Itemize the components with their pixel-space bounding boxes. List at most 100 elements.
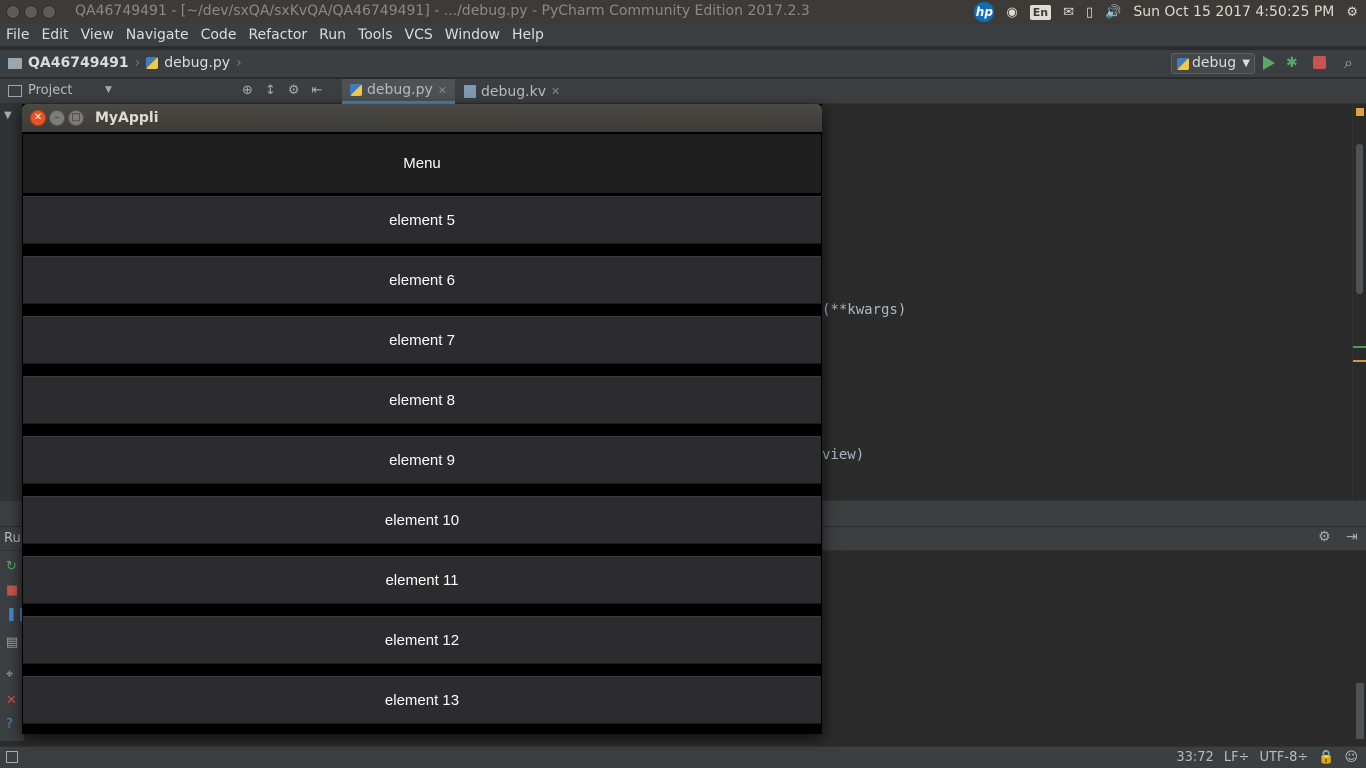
maximize-icon[interactable]: □ [68, 110, 84, 126]
power-gear-icon[interactable]: ⚙ [1346, 5, 1358, 20]
tab-label: debug.kv [481, 83, 546, 100]
line-separator[interactable]: LF÷ [1224, 750, 1250, 765]
settings-gear-icon[interactable]: ⚙ [288, 83, 300, 98]
list-item-button[interactable]: element 8 [23, 376, 821, 424]
list-item-button[interactable]: element 12 [23, 616, 821, 664]
wifi-icon[interactable]: ◉ [1006, 5, 1017, 20]
menu-edit[interactable]: Edit [41, 27, 68, 43]
project-panel-strip [0, 104, 24, 524]
minimize-window-button[interactable] [24, 5, 38, 19]
clock[interactable]: Sun Oct 15 2017 4:50:25 PM [1133, 4, 1334, 20]
menu-tools[interactable]: Tools [358, 27, 393, 43]
breadcrumb: QA46749491 › debug.py › [8, 55, 242, 71]
dropdown-arrow-icon[interactable]: ▼ [105, 85, 112, 95]
list-item-button[interactable]: element 9 [23, 436, 821, 484]
app-title: MyAppli [95, 110, 159, 126]
window-title: QA46749491 - [~/dev/sxQA/sxKvQA/QA467494… [75, 3, 810, 19]
tab-debug-kv[interactable]: debug.kv ✕ [456, 79, 568, 104]
close-icon[interactable]: ✕ [30, 110, 46, 126]
maximize-window-button[interactable] [42, 5, 56, 19]
battery-icon[interactable]: ▯ [1086, 5, 1093, 20]
breadcrumb-file[interactable]: debug.py [164, 55, 230, 71]
code-fragment: (**kwargs) [822, 302, 907, 318]
help-icon[interactable]: ? [6, 717, 13, 732]
debug-bug-icon[interactable]: ✱ [1286, 55, 1300, 71]
app-menu-header: Menu [23, 134, 821, 194]
window-controls [6, 5, 56, 19]
run-button[interactable] [1263, 56, 1275, 70]
run-configuration-label: debug [1192, 55, 1237, 71]
lock-icon[interactable]: 🔒 [1318, 750, 1334, 765]
expand-tree-icon[interactable]: ▼ [4, 110, 12, 121]
tool-window-header: Project ▼ ⊕ ↕ ⚙ ⇤ debug.py ✕ debug.kv ✕ [0, 79, 1366, 104]
navigation-bar: QA46749491 › debug.py › debug ▼ ✱ ⌕ [0, 50, 1366, 78]
system-top-bar: QA46749491 - [~/dev/sxQA/sxKvQA/QA467494… [0, 0, 1366, 24]
layout-icon[interactable]: ▤ [6, 635, 18, 650]
dropdown-arrow-icon: ▼ [1242, 58, 1250, 69]
list-item-button[interactable]: element 11 [23, 556, 821, 604]
close-tab-icon[interactable]: ✕ [551, 85, 560, 98]
menu-window[interactable]: Window [445, 27, 500, 43]
run-configuration-select[interactable]: debug ▼ [1171, 53, 1255, 74]
status-bar: 33:72 LF÷ UTF-8÷ 🔒 ☺ [0, 746, 1366, 768]
menu-help[interactable]: Help [512, 27, 544, 43]
close-window-button[interactable] [6, 5, 20, 19]
folder-icon [8, 57, 22, 69]
scrollbar-thumb[interactable] [1356, 683, 1364, 739]
scrollbar-thumb[interactable] [1356, 144, 1363, 294]
menu-navigate[interactable]: Navigate [126, 27, 189, 43]
kv-file-icon [464, 85, 476, 98]
breadcrumb-project[interactable]: QA46749491 [28, 55, 129, 71]
search-everywhere-icon[interactable]: ⌕ [1344, 53, 1353, 73]
minimize-icon[interactable]: – [49, 110, 65, 126]
menu-code[interactable]: Code [201, 27, 237, 43]
list-item-button[interactable]: element 5 [23, 196, 821, 244]
hide-panel-icon[interactable]: ⇥ [1346, 529, 1358, 545]
tool-windows-icon[interactable] [6, 751, 18, 763]
warning-indicator[interactable] [1356, 108, 1364, 116]
change-marker[interactable] [1353, 360, 1366, 362]
rerun-icon[interactable]: ↻ [6, 559, 17, 574]
locate-file-icon[interactable]: ⊕ [242, 83, 253, 98]
list-item-button[interactable]: element 6 [23, 256, 821, 304]
settings-gear-icon[interactable]: ⚙ [1318, 529, 1331, 545]
code-fragment: view) [822, 447, 865, 463]
stop-icon[interactable]: ■ [6, 583, 18, 598]
list-item-button[interactable]: element 7 [23, 316, 821, 364]
pin-icon[interactable]: ⌖ [6, 667, 13, 682]
system-indicators: hp ◉ En ✉ ▯ 🔊 Sun Oct 15 2017 4:50:25 PM… [974, 0, 1366, 24]
menu-file[interactable]: File [6, 27, 29, 43]
tab-debug-py[interactable]: debug.py ✕ [342, 79, 455, 104]
collapse-all-icon[interactable]: ↕ [265, 83, 276, 98]
project-tool-label: Project [28, 83, 73, 98]
change-marker[interactable] [1353, 346, 1366, 348]
tab-label: debug.py [367, 82, 433, 98]
stop-button[interactable] [1313, 56, 1326, 69]
menu-vcs[interactable]: VCS [405, 27, 433, 43]
volume-icon[interactable]: 🔊 [1105, 5, 1121, 20]
close-tab-icon[interactable]: ✕ [438, 84, 447, 97]
menu-run[interactable]: Run [319, 27, 346, 43]
editor-scrollbar[interactable] [1352, 104, 1366, 500]
mail-icon[interactable]: ✉ [1063, 5, 1074, 20]
app-title-bar[interactable]: ✕ – □ MyAppli [22, 104, 822, 132]
project-tool-selector[interactable]: Project [8, 83, 72, 98]
menu-view[interactable]: View [81, 27, 114, 43]
element-list: element 5 element 6 element 7 element 8 … [23, 196, 821, 736]
hp-icon[interactable]: hp [974, 2, 995, 22]
hide-panel-icon[interactable]: ⇤ [311, 83, 322, 98]
status-info: 33:72 LF÷ UTF-8÷ 🔒 ☺ [1176, 750, 1358, 765]
list-item-button[interactable]: element 13 [23, 676, 821, 724]
caret-position[interactable]: 33:72 [1176, 750, 1213, 765]
keyboard-layout-indicator[interactable]: En [1029, 4, 1052, 20]
list-item-button[interactable]: element 10 [23, 496, 821, 544]
file-encoding[interactable]: UTF-8÷ [1259, 750, 1308, 765]
inspector-icon[interactable]: ☺ [1344, 750, 1358, 765]
main-menu-bar: File Edit View Navigate Code Refactor Ru… [0, 24, 1366, 46]
python-file-icon [146, 57, 159, 69]
chevron-right-icon: › [134, 55, 141, 71]
app-window: ✕ – □ MyAppli Menu element 5 element 6 e… [22, 104, 822, 734]
menu-refactor[interactable]: Refactor [248, 27, 307, 43]
project-icon [8, 84, 22, 97]
close-icon[interactable]: ✕ [6, 693, 17, 708]
